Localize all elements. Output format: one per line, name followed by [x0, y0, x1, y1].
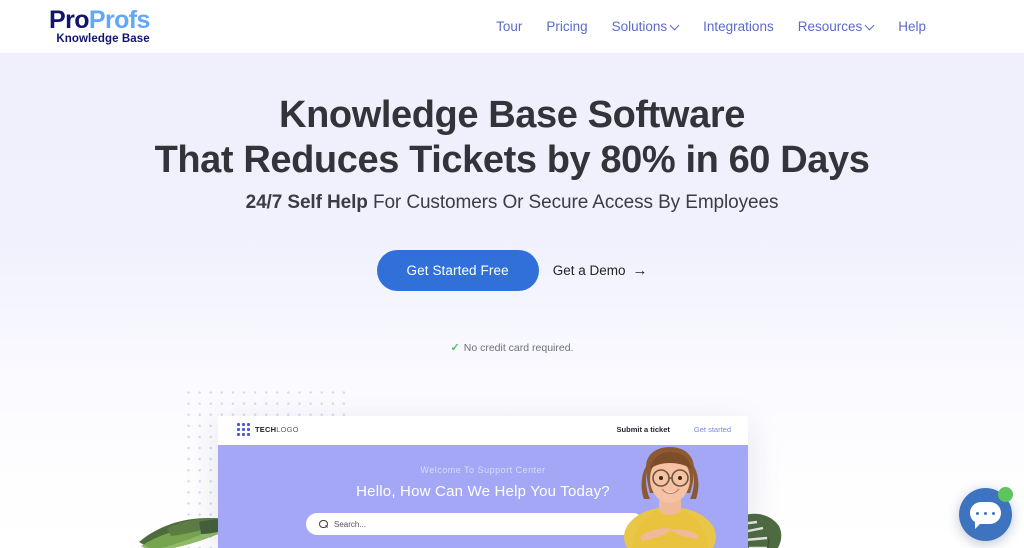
hero-subheadline: 24/7 Self Help For Customers Or Secure A…: [0, 192, 1024, 214]
subheadline-rest: For Customers Or Secure Access By Employ…: [367, 192, 779, 213]
logo-subtitle: Knowledge Base: [56, 33, 150, 45]
mockup-top-bar: TECHLOGO Submit a ticket Get started: [218, 416, 748, 445]
nav-label: Pricing: [546, 19, 588, 34]
search-icon: [319, 519, 328, 529]
search-placeholder: Search...: [334, 519, 367, 529]
person-illustration: [624, 447, 716, 548]
dot-grid-icon: [237, 423, 250, 436]
techlogo-text: TECHLOGO: [255, 425, 299, 434]
nav-item-help[interactable]: Help: [886, 19, 938, 34]
chat-widget-button[interactable]: [959, 487, 1013, 541]
get-started-free-button[interactable]: Get Started Free: [376, 250, 539, 291]
page-title: Knowledge Base Software That Reduces Tic…: [0, 93, 1024, 183]
nav-item-solutions[interactable]: Solutions: [600, 19, 692, 34]
logo-pro-text: Pro: [49, 6, 89, 34]
nav-item-resources[interactable]: Resources: [786, 19, 887, 34]
headline-line-2: That Reduces Tickets by 80% in 60 Days: [154, 139, 870, 182]
get-a-demo-link[interactable]: Get a Demo →: [553, 262, 648, 279]
nav-item-pricing[interactable]: Pricing: [534, 19, 599, 34]
mockup-search-input[interactable]: Search...: [306, 513, 644, 535]
nav-label: Help: [898, 19, 926, 34]
subheadline-bold: 24/7 Self Help: [245, 192, 368, 213]
techlogo-brand[interactable]: TECHLOGO: [237, 423, 299, 436]
nav-label: Solutions: [611, 19, 668, 34]
chat-bubble-icon: [970, 502, 1001, 529]
nav-label: Integrations: [703, 19, 774, 34]
main-navigation: Tour Pricing Solutions Integrations Reso…: [484, 0, 938, 53]
headline-line-1: Knowledge Base Software: [279, 94, 745, 136]
logo-profs-text: Profs: [88, 6, 151, 34]
hero-section: Knowledge Base Software That Reduces Tic…: [0, 53, 1024, 548]
techlogo-light: LOGO: [276, 425, 299, 434]
chevron-down-icon: [866, 22, 874, 30]
proprofs-logo[interactable]: ProProfs Knowledge Base: [49, 8, 150, 46]
page-root: ProProfs Knowledge Base Tour Pricing Sol…: [0, 0, 1024, 548]
site-header: ProProfs Knowledge Base Tour Pricing Sol…: [0, 0, 1024, 53]
chevron-down-icon: [671, 22, 679, 30]
techlogo-bold: TECH: [255, 425, 277, 434]
nav-item-tour[interactable]: Tour: [484, 19, 534, 34]
get-a-demo-label: Get a Demo: [552, 263, 626, 278]
support-agent-photo: [610, 445, 730, 548]
arrow-right-icon: →: [632, 262, 648, 279]
submit-a-ticket-link[interactable]: Submit a ticket: [617, 425, 670, 434]
mockup-hero-banner: Welcome To Support Center Hello, How Can…: [218, 445, 748, 548]
hero-product-mockup: TECHLOGO Submit a ticket Get started Wel…: [0, 330, 1024, 548]
chat-online-status-dot: [998, 487, 1013, 502]
nav-label: Resources: [797, 19, 863, 34]
mockup-get-started-link[interactable]: Get started: [694, 425, 731, 434]
mockup-nav: Submit a ticket Get started: [617, 425, 731, 434]
nav-label: Tour: [496, 19, 523, 34]
hero-cta-row: Get Started Free Get a Demo →: [0, 250, 1024, 291]
support-center-mockup-window: TECHLOGO Submit a ticket Get started Wel…: [218, 416, 748, 548]
nav-item-integrations[interactable]: Integrations: [691, 19, 786, 34]
logo-wordmark: ProProfs: [49, 8, 150, 33]
